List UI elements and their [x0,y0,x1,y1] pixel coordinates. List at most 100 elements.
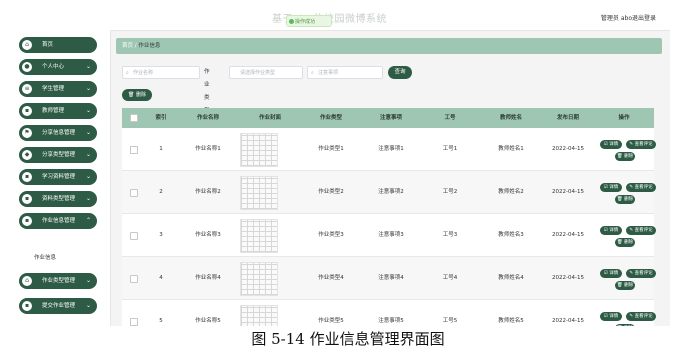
table-row: 3 作业名称3 作业类型3 注意事项3 工号3 教师姓名3 2022-04-15… [122,214,656,257]
notes-search-input[interactable]: ⌕ 注意事项 [307,66,383,79]
sidebar-item-study-materials[interactable]: ▪ 学习资料管理 ⌄ [19,169,97,185]
cell-id: 工号3 [442,232,458,238]
detail-button[interactable]: ☑ 详情 [600,226,622,235]
detail-button[interactable]: ☑ 详情 [600,140,622,149]
logout-link[interactable]: 退出登录 [632,13,656,22]
batch-delete-button[interactable]: 🗑 删除 [122,89,152,101]
search-icon: ⌕ [311,70,314,76]
sidebar-item-teachers[interactable]: ▪ 教师管理 ⌄ [19,103,97,119]
cell-name: 作业名称3 [195,232,221,238]
grid-icon: ▪ [22,106,32,116]
view-comments-button[interactable]: ✎ 查看评论 [626,312,656,321]
sidebar-item-home[interactable]: ⌂ 首页 [19,37,97,53]
row-checkbox[interactable] [130,146,138,154]
sidebar-item-profile[interactable]: ● 个人中心 ⌄ [19,59,97,75]
comment-label: 查看评论 [634,314,653,319]
search-icon: ⌕ [126,70,129,76]
delete-button[interactable]: 🗑 删除 [615,281,635,290]
cell-type: 作业类型1 [318,146,344,152]
cell-notes: 注意事项4 [378,275,404,281]
col-actions: 操作 [618,115,630,121]
cover-image[interactable] [240,176,278,210]
col-name: 作业名称 [196,115,219,121]
top-bar: 基于php的校园微博系统 操作成功 管理员 abo 退出登录 [14,4,670,31]
sidebar-item-students[interactable]: ≡ 学生管理 ⌄ [19,81,97,97]
cell-type: 作业类型4 [318,275,344,281]
cell-name: 作业名称1 [195,146,221,152]
breadcrumb-home[interactable]: 首页 [122,43,133,49]
sidebar-item-label: 教师管理 [42,108,65,114]
sidebar-item-label: 作业信息管理 [42,218,76,224]
sidebar-item-material-types[interactable]: ▪ 资料类型管理 ⌄ [19,191,97,207]
sidebar-item-share-info[interactable]: ⚑ 分享信息管理 ⌄ [19,125,97,141]
select-all-checkbox[interactable] [130,114,138,122]
breadcrumb-current: 作业信息 [138,43,161,49]
sidebar-item-share-types[interactable]: ◆ 分享类型管理 ⌄ [19,147,97,163]
sidebar-item-label: 学习资料管理 [42,174,76,180]
cell-id: 工号1 [442,146,458,152]
cell-index: 5 [159,318,163,324]
search-button[interactable]: 查询 [388,66,412,79]
detail-label: 详情 [609,228,619,233]
delete-button[interactable]: 🗑 删除 [615,195,635,204]
cell-teacher: 教师姓名4 [498,275,524,281]
delete-label: 删除 [624,283,634,288]
cell-notes: 注意事项5 [378,318,404,324]
success-toast: 操作成功 [286,15,332,27]
cover-image[interactable] [240,219,278,253]
chevron-up-icon: ⌃ [85,217,91,224]
success-icon [289,19,294,24]
admin-label: 管理员 abo [600,15,632,22]
sidebar-item-homework-info[interactable]: ▪ 作业信息管理 ⌃ [19,213,97,229]
delete-label: 删除 [135,92,146,98]
cell-teacher: 教师姓名2 [498,189,524,195]
cell-name: 作业名称5 [195,318,221,324]
sidebar-subitem-homework[interactable]: 作业信息 [34,253,56,261]
cell-index: 1 [159,146,163,152]
chevron-down-icon: ⌄ [85,302,91,309]
row-checkbox[interactable] [130,232,138,240]
cell-date: 2022-04-15 [552,318,584,324]
cell-date: 2022-04-15 [552,189,584,195]
sidebar-item-label: 学生管理 [42,86,65,92]
sidebar-item-homework-types[interactable]: ⌂ 作业类型管理 ⌄ [19,273,97,289]
sidebar-item-label: 分享信息管理 [42,130,76,136]
comment-label: 查看评论 [634,142,653,147]
delete-button[interactable]: 🗑 删除 [615,238,635,247]
view-comments-button[interactable]: ✎ 查看评论 [626,269,656,278]
cell-id: 工号2 [442,189,458,195]
table-row: 1 作业名称1 作业类型1 注意事项1 工号1 教师姓名1 2022-04-15… [122,128,656,171]
home-icon: ⌂ [22,276,32,286]
type-select[interactable]: 请选择作业类型 [229,66,303,79]
table-row: 5 作业名称5 作业类型5 注意事项5 工号5 教师姓名5 2022-04-15… [122,300,656,326]
view-comments-button[interactable]: ✎ 查看评论 [626,183,656,192]
comment-label: 查看评论 [634,271,653,276]
row-checkbox[interactable] [130,275,138,283]
home-icon: ⌂ [22,40,32,50]
sidebar-item-submitted-homework[interactable]: ▪ 提交作业管理 ⌄ [19,298,97,314]
detail-button[interactable]: ☑ 详情 [600,183,622,192]
view-comments-button[interactable]: ✎ 查看评论 [626,226,656,235]
detail-button[interactable]: ☑ 详情 [600,269,622,278]
view-comments-button[interactable]: ✎ 查看评论 [626,140,656,149]
detail-button[interactable]: ☑ 详情 [600,312,622,321]
delete-button[interactable]: 🗑 删除 [615,324,635,326]
cell-teacher: 教师姓名3 [498,232,524,238]
grid-icon: ▪ [22,216,32,226]
cover-image[interactable] [240,305,278,326]
cover-image[interactable] [240,133,278,167]
delete-button[interactable]: 🗑 删除 [615,152,635,161]
notes-placeholder: 注意事项 [318,70,339,76]
row-checkbox[interactable] [130,318,138,326]
name-search-input[interactable]: ⌕ 作业名称 [122,66,200,79]
chevron-down-icon: ⌄ [85,107,91,114]
table-row: 2 作业名称2 作业类型2 注意事项2 工号2 教师姓名2 2022-04-15… [122,171,656,214]
chevron-down-icon: ⌄ [85,63,91,70]
breadcrumb-separator: / [134,43,137,49]
cover-image[interactable] [240,262,278,296]
cell-type: 作业类型5 [318,318,344,324]
chevron-down-icon: ⌄ [85,85,91,92]
chevron-down-icon: ⌄ [85,173,91,180]
row-checkbox[interactable] [130,189,138,197]
cell-teacher: 教师姓名5 [498,318,524,324]
